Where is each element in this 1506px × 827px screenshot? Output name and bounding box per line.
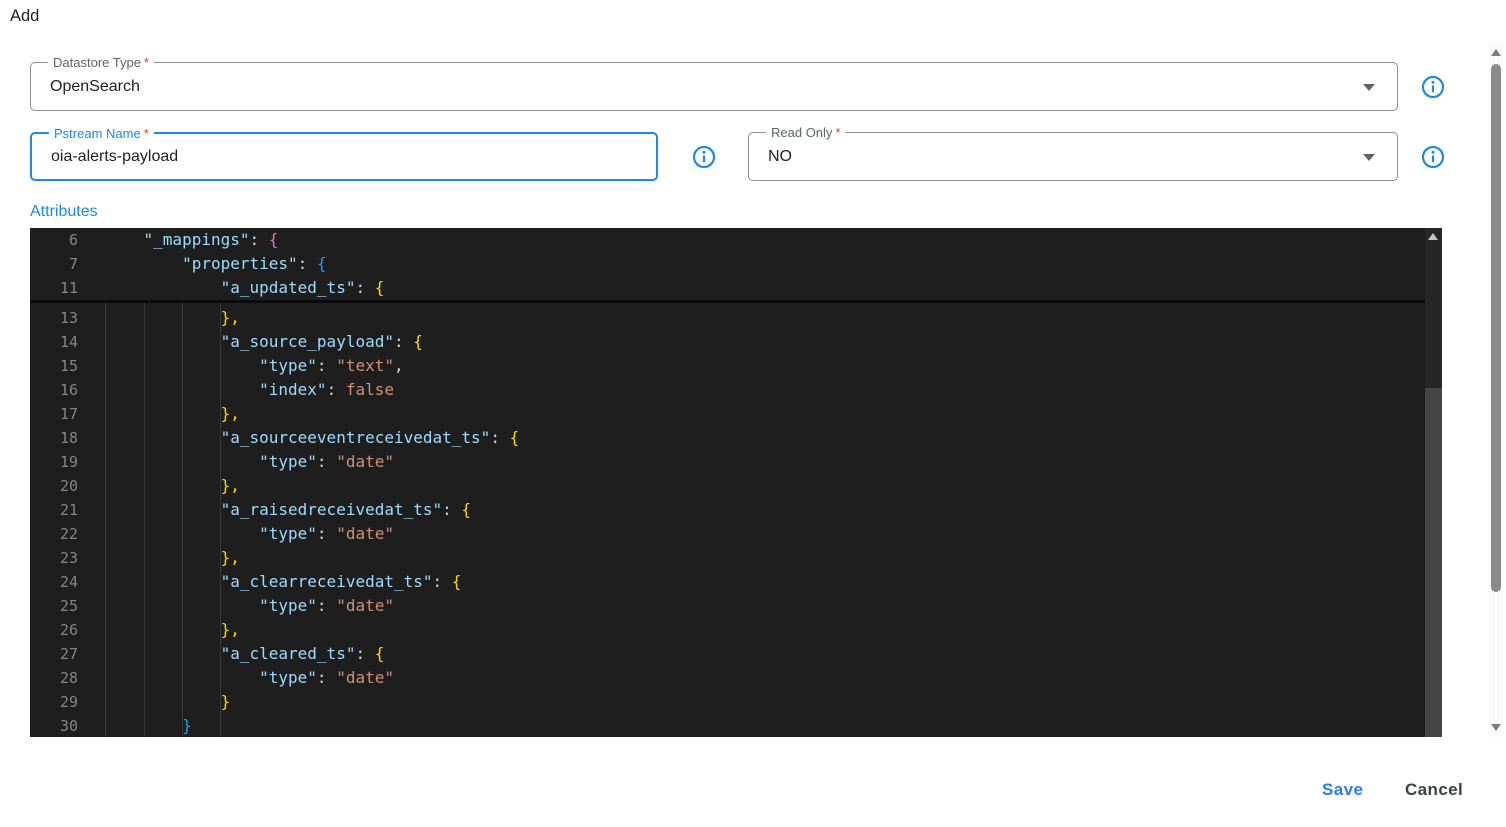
line-number: 19: [59, 453, 78, 471]
code-text: },: [220, 548, 240, 567]
code-line[interactable]: 6 "_mappings": {: [30, 228, 1425, 252]
line-number: 29: [59, 693, 78, 711]
code-editor[interactable]: 12"type": "date"13},14"a_source_payload"…: [30, 228, 1442, 737]
code-line[interactable]: 28 "type": "date": [30, 666, 1425, 690]
code-text: "a_clearreceivedat_ts": {: [220, 572, 462, 591]
dropdown-arrow-icon[interactable]: [1363, 83, 1375, 91]
scroll-up-arrow-icon[interactable]: [1491, 49, 1501, 56]
code-text: },: [220, 308, 240, 327]
line-number: 28: [59, 669, 78, 687]
required-asterisk: *: [835, 125, 841, 140]
code-text: "type": "date": [259, 524, 394, 543]
line-number: 22: [59, 525, 78, 543]
line-number: 30: [59, 717, 78, 735]
line-number: 11: [59, 279, 78, 297]
editor-scrollbar-thumb[interactable]: [1425, 388, 1442, 737]
code-text: }: [182, 716, 192, 735]
line-number: 21: [59, 501, 78, 519]
code-text: "a_updated_ts": {: [220, 278, 385, 297]
line-number: 23: [59, 549, 78, 567]
read-only-label-text: Read Only: [771, 125, 833, 140]
code-line[interactable]: 27 "a_cleared_ts": {: [30, 642, 1425, 666]
line-number: 27: [59, 645, 78, 663]
read-only-select[interactable]: Read Only * NO: [748, 125, 1398, 181]
line-number: 6: [68, 231, 78, 249]
cancel-button[interactable]: Cancel: [1399, 779, 1469, 801]
scroll-down-arrow-icon[interactable]: [1491, 724, 1501, 731]
code-text: "a_cleared_ts": {: [220, 644, 385, 663]
line-number: 13: [59, 309, 78, 327]
code-text: "properties": {: [182, 254, 327, 273]
attributes-link[interactable]: Attributes: [30, 203, 98, 221]
datastore-type-select[interactable]: Datastore Type * OpenSearch: [30, 55, 1398, 111]
code-line[interactable]: 15 "type": "text",: [30, 354, 1425, 378]
required-asterisk: *: [143, 55, 149, 70]
code-line[interactable]: 11 "a_updated_ts": {: [30, 276, 1425, 300]
dropdown-arrow-icon[interactable]: [1363, 153, 1375, 161]
line-number: 18: [59, 429, 78, 447]
pstream-name-field[interactable]: Pstream Name *: [30, 126, 658, 181]
code-line[interactable]: 17},: [30, 402, 1425, 426]
pstream-name-input[interactable]: [51, 134, 635, 179]
editor-sticky-scroll[interactable]: 6 "_mappings": { 7 "properties": { 11 "a_upda…: [30, 228, 1425, 303]
info-icon[interactable]: [1421, 75, 1445, 99]
code-line[interactable]: 7 "properties": {: [30, 252, 1425, 276]
code-line[interactable]: 14 "a_source_payload": {: [30, 330, 1425, 354]
line-number: 15: [59, 357, 78, 375]
save-button[interactable]: Save: [1316, 779, 1369, 801]
code-line[interactable]: 21 "a_raisedreceivedat_ts": {: [30, 498, 1425, 522]
line-number: 26: [59, 621, 78, 639]
scroll-up-arrow-icon[interactable]: [1428, 233, 1438, 240]
code-line[interactable]: 20},: [30, 474, 1425, 498]
info-icon[interactable]: [1421, 145, 1445, 169]
page-title: Add: [10, 7, 40, 25]
code-text: "a_source_payload": {: [220, 332, 423, 351]
add-datastore-page: Add Datastore Type * OpenSearch Pstream N…: [0, 0, 1506, 827]
datastore-type-value: OpenSearch: [50, 77, 140, 95]
code-line[interactable]: 19 "type": "date": [30, 450, 1425, 474]
code-text: "a_raisedreceivedat_ts": {: [220, 500, 472, 519]
editor-scrollbar[interactable]: [1425, 228, 1442, 737]
code-line[interactable]: 24 "a_clearreceivedat_ts": {: [30, 570, 1425, 594]
read-only-value: NO: [768, 147, 792, 165]
line-number: 7: [68, 255, 78, 273]
line-number: 14: [59, 333, 78, 351]
line-number: 24: [59, 573, 78, 591]
line-number: 17: [59, 405, 78, 423]
code-text: "type": "date": [259, 596, 394, 615]
line-number: 20: [59, 477, 78, 495]
code-text: "index": false: [259, 380, 394, 399]
code-line[interactable]: 23},: [30, 546, 1425, 570]
code-text: "type": "date": [259, 452, 394, 471]
line-number: 25: [59, 597, 78, 615]
page-scrollbar[interactable]: [1489, 45, 1503, 737]
code-line[interactable]: 16 "index": false: [30, 378, 1425, 402]
code-line[interactable]: 22 "type": "date": [30, 522, 1425, 546]
code-text: "a_sourceeventreceivedat_ts": {: [220, 428, 520, 447]
info-icon[interactable]: [692, 145, 716, 169]
code-line[interactable]: 30}: [30, 714, 1425, 737]
code-line[interactable]: 13},: [30, 306, 1425, 330]
page-scrollbar-thumb[interactable]: [1491, 64, 1501, 592]
code-text: "type": "text",: [259, 356, 404, 375]
code-text: },: [220, 476, 240, 495]
datastore-type-label: Datastore Type *: [48, 55, 154, 70]
read-only-label: Read Only *: [766, 125, 846, 140]
code-text: "type": "date": [259, 668, 394, 687]
code-text: },: [220, 620, 240, 639]
code-text: "_mappings": {: [143, 230, 279, 249]
code-text: },: [220, 404, 240, 423]
code-line[interactable]: 26},: [30, 618, 1425, 642]
code-line[interactable]: 29}: [30, 690, 1425, 714]
line-number: 16: [59, 381, 78, 399]
code-text: }: [220, 692, 231, 711]
code-line[interactable]: 25 "type": "date": [30, 594, 1425, 618]
datastore-type-label-text: Datastore Type: [53, 55, 141, 70]
code-line[interactable]: 18 "a_sourceeventreceivedat_ts": {: [30, 426, 1425, 450]
editor-code-lines[interactable]: 12"type": "date"13},14"a_source_payload"…: [30, 282, 1425, 737]
